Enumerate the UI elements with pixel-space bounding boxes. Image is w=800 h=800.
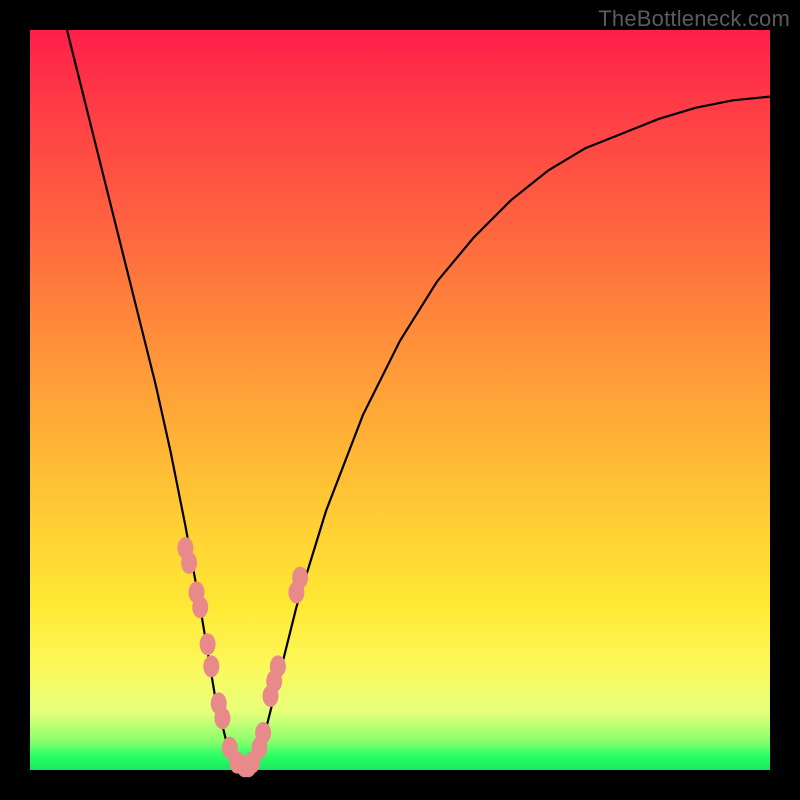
- data-point-group: [177, 537, 308, 777]
- plot-area: [30, 30, 770, 770]
- data-point: [292, 567, 308, 589]
- data-point: [214, 707, 230, 729]
- data-point: [255, 722, 271, 744]
- chart-frame: TheBottleneck.com: [0, 0, 800, 800]
- data-point: [203, 655, 219, 677]
- data-point: [181, 552, 197, 574]
- bottleneck-curve: [67, 30, 770, 770]
- data-point: [270, 655, 286, 677]
- data-point: [192, 596, 208, 618]
- chart-svg: [30, 30, 770, 770]
- watermark-text: TheBottleneck.com: [598, 6, 790, 32]
- data-point: [200, 633, 216, 655]
